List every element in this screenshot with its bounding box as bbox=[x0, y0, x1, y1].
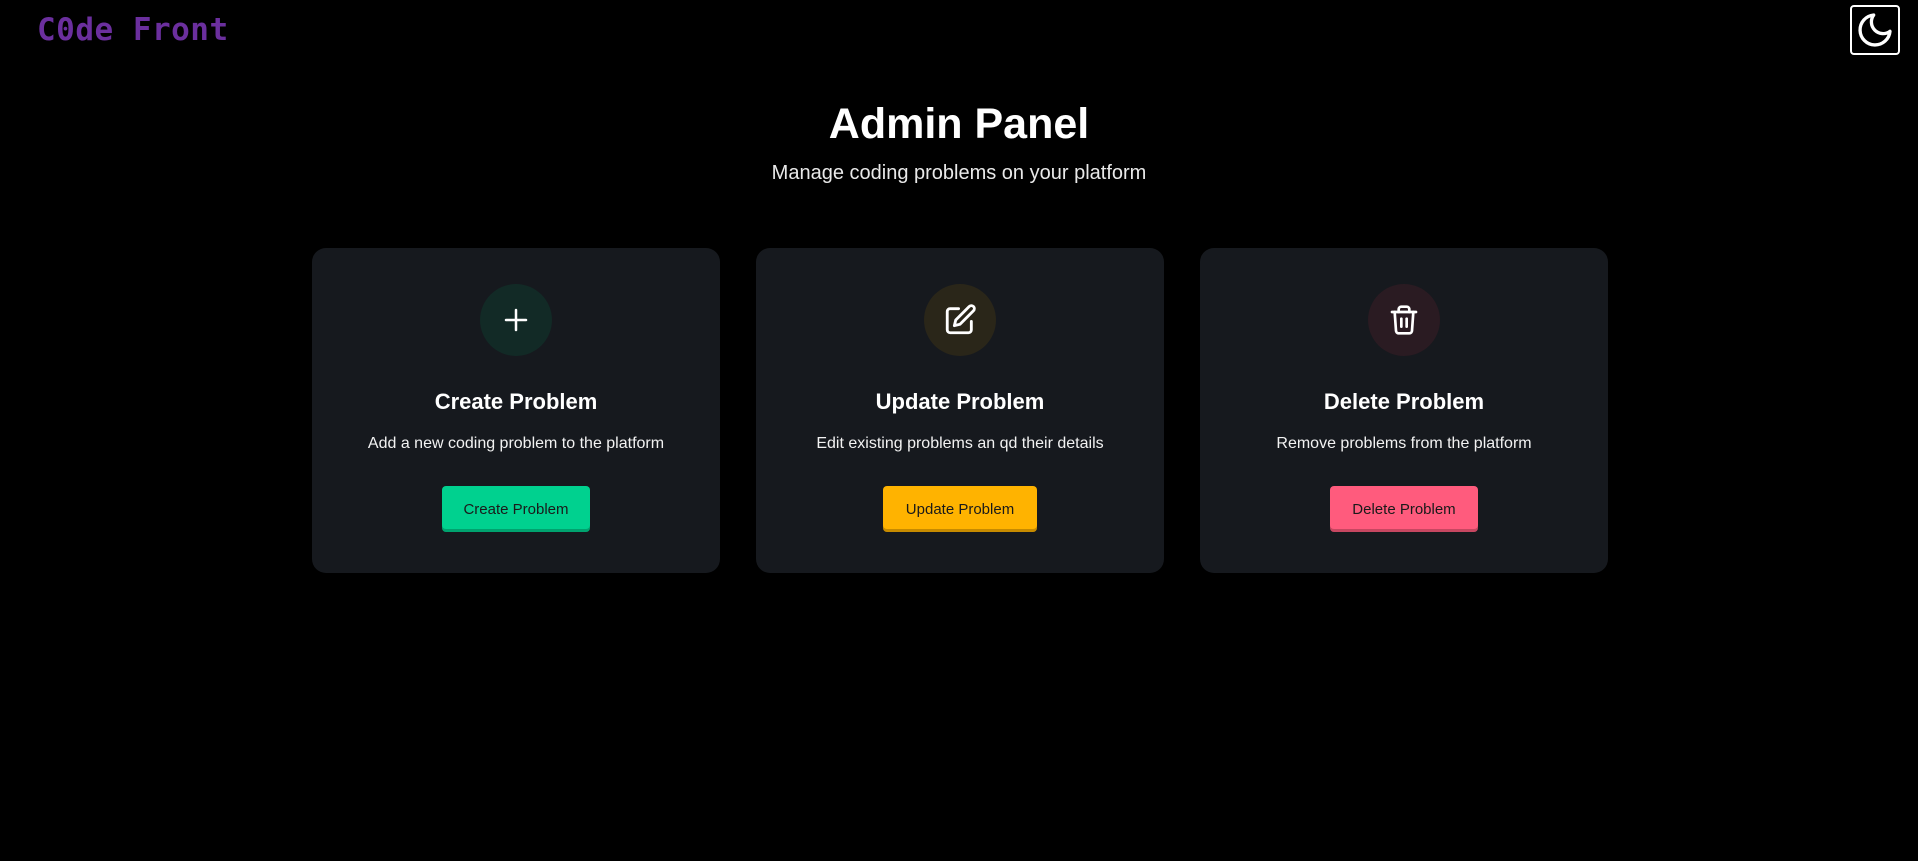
delete-icon-badge bbox=[1368, 284, 1440, 356]
action-cards: Create Problem Add a new coding problem … bbox=[312, 248, 1608, 573]
plus-icon bbox=[504, 308, 528, 332]
update-problem-button[interactable]: Update Problem bbox=[883, 486, 1037, 532]
moon-icon bbox=[1858, 13, 1892, 47]
page-header: Admin Panel Manage coding problems on yo… bbox=[0, 96, 1918, 185]
update-icon-badge bbox=[924, 284, 996, 356]
card-title: Update Problem bbox=[875, 389, 1045, 414]
card-description: Remove problems from the platform bbox=[1276, 435, 1532, 452]
theme-toggle-button[interactable] bbox=[1850, 5, 1900, 55]
update-problem-card: Update Problem Edit existing problems an… bbox=[756, 248, 1164, 573]
page-title: Admin Panel bbox=[828, 100, 1090, 148]
page-subtitle: Manage coding problems on your platform bbox=[771, 162, 1147, 184]
card-description: Edit existing problems an qd their detai… bbox=[816, 435, 1104, 452]
edit-icon bbox=[945, 304, 976, 335]
card-title: Delete Problem bbox=[1323, 389, 1485, 414]
delete-problem-button[interactable]: Delete Problem bbox=[1330, 486, 1478, 532]
app-logo[interactable]: C0de Front bbox=[37, 12, 229, 48]
create-problem-button[interactable]: Create Problem bbox=[442, 486, 590, 532]
trash-icon bbox=[1390, 305, 1418, 335]
delete-problem-card: Delete Problem Remove problems from the … bbox=[1200, 248, 1608, 573]
card-title: Create Problem bbox=[434, 389, 598, 414]
create-icon-badge bbox=[480, 284, 552, 356]
card-description: Add a new coding problem to the platform bbox=[367, 435, 665, 452]
admin-page: C0de Front Admin Panel Manage coding pro… bbox=[0, 0, 1918, 861]
create-problem-card: Create Problem Add a new coding problem … bbox=[312, 248, 720, 573]
